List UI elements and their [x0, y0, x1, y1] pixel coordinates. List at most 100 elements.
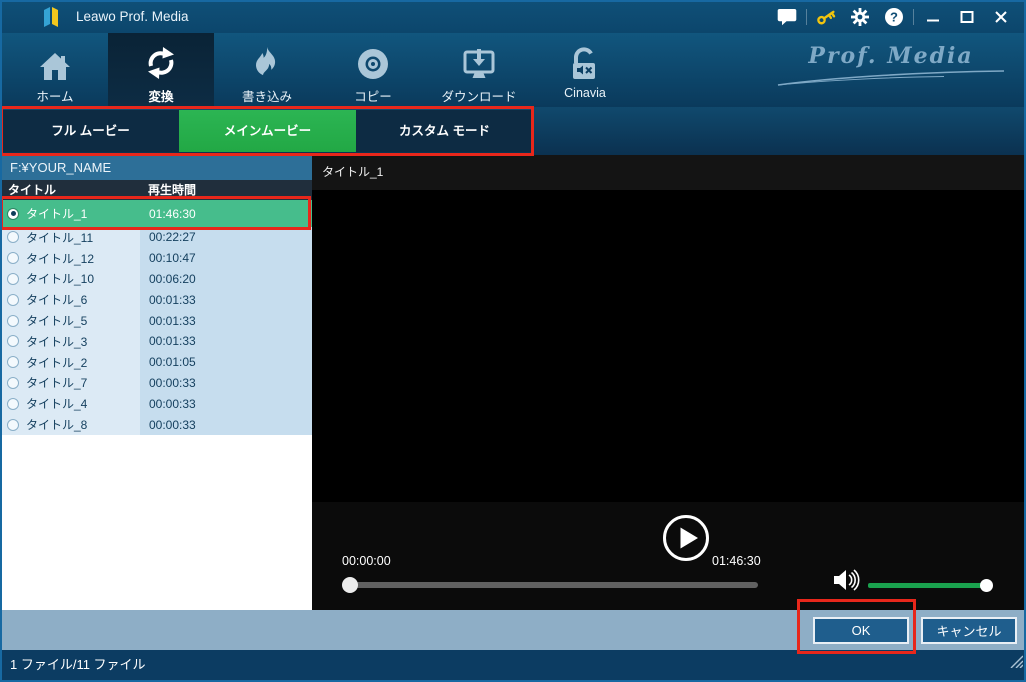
- cancel-button[interactable]: キャンセル: [921, 617, 1017, 644]
- elapsed-time: 00:00:00: [342, 554, 391, 568]
- svg-text:?: ?: [890, 9, 898, 24]
- preview-title: タイトル_1: [312, 155, 1026, 190]
- radio-button[interactable]: [7, 419, 19, 431]
- nav-convert[interactable]: 変換: [108, 33, 214, 107]
- home-icon: [38, 39, 72, 83]
- row-title: タイトル_2: [26, 354, 87, 371]
- radio-button[interactable]: [7, 294, 19, 306]
- total-time: 01:46:30: [712, 554, 761, 568]
- mode-tabs: フル ムービー メインムービー カスタム モード: [0, 107, 1026, 155]
- nav-burn[interactable]: 書き込み: [214, 33, 320, 107]
- play-icon: [661, 513, 711, 563]
- convert-icon: [141, 39, 181, 83]
- source-path: F:¥YOUR_NAME: [0, 155, 312, 180]
- table-row[interactable]: タイトル_3 00:01:33: [0, 331, 312, 352]
- download-icon: [460, 39, 498, 83]
- row-title: タイトル_1: [26, 205, 87, 222]
- row-duration: 00:01:33: [140, 289, 312, 310]
- status-bar: 1 ファイル/11 ファイル: [0, 650, 1026, 682]
- row-duration: 00:01:33: [140, 331, 312, 352]
- row-title: タイトル_11: [26, 229, 93, 246]
- tab-main-movie[interactable]: メインムービー: [179, 110, 356, 152]
- seek-bar[interactable]: [345, 582, 758, 588]
- maximize-button[interactable]: [950, 0, 984, 33]
- brand-swoosh-icon: [776, 69, 1006, 87]
- volume-thumb[interactable]: [980, 579, 993, 592]
- nav-copy[interactable]: コピー: [320, 33, 426, 107]
- table-row[interactable]: タイトル_2 00:01:05: [0, 352, 312, 373]
- radio-button[interactable]: [7, 335, 19, 347]
- help-icon[interactable]: ?: [877, 0, 911, 33]
- nav-cinavia[interactable]: Cinavia: [532, 33, 638, 107]
- table-row-selected[interactable]: タイトル_1 01:46:30: [0, 200, 312, 227]
- action-bar: OK キャンセル: [0, 610, 1026, 650]
- table-row[interactable]: タイトル_10 00:06:20: [0, 269, 312, 290]
- row-title: タイトル_3: [26, 333, 87, 350]
- main-nav: ホーム 変換 書き込み コピー: [0, 33, 1026, 107]
- gear-icon[interactable]: [843, 0, 877, 33]
- tab-custom-mode[interactable]: カスタム モード: [356, 110, 533, 152]
- nav-label: 書き込み: [242, 86, 292, 105]
- preview-panel: タイトル_1 00:00:00 01:46:30: [312, 155, 1026, 610]
- video-area: [312, 190, 1026, 502]
- row-duration: 00:06:20: [140, 269, 312, 290]
- row-duration: 00:01:05: [140, 352, 312, 373]
- file-count-status: 1 ファイル/11 ファイル: [10, 657, 146, 672]
- radio-button[interactable]: [7, 252, 19, 264]
- row-duration: 00:00:33: [140, 373, 312, 394]
- table-row[interactable]: タイトル_6 00:01:33: [0, 289, 312, 310]
- tab-full-movie[interactable]: フル ムービー: [2, 110, 179, 152]
- row-title: タイトル_4: [26, 395, 87, 412]
- radio-button[interactable]: [7, 377, 19, 389]
- row-title: タイトル_5: [26, 312, 87, 329]
- table-row[interactable]: タイトル_8 00:00:33: [0, 414, 312, 435]
- row-title: タイトル_6: [26, 291, 87, 308]
- minimize-button[interactable]: [916, 0, 950, 33]
- app-logo-icon: [40, 7, 64, 27]
- nav-home[interactable]: ホーム: [2, 33, 108, 107]
- brand-logo: Prof. Media: [776, 43, 1006, 92]
- play-button[interactable]: [661, 513, 711, 563]
- titlebar-divider: [806, 9, 807, 25]
- row-title: タイトル_10: [26, 270, 94, 287]
- radio-button[interactable]: [7, 356, 19, 368]
- table-row[interactable]: タイトル_4 00:00:33: [0, 393, 312, 414]
- player-controls: 00:00:00 01:46:30: [312, 502, 1026, 610]
- nav-label: ホーム: [36, 86, 73, 105]
- row-title: タイトル_12: [26, 250, 94, 267]
- row-duration: 00:10:47: [140, 248, 312, 269]
- title-list: タイトル_11 00:22:27 タイトル_12 00:10:47 タイトル_1…: [0, 227, 312, 435]
- radio-button[interactable]: [7, 315, 19, 327]
- column-duration: 再生時間: [148, 180, 196, 200]
- volume-icon[interactable]: [833, 568, 861, 597]
- volume-bar[interactable]: [868, 583, 988, 588]
- tab-label: メインムービー: [224, 124, 311, 138]
- titlebar-divider: [913, 9, 914, 25]
- tab-label: カスタム モード: [399, 124, 490, 138]
- row-duration: 00:00:33: [140, 393, 312, 414]
- radio-button[interactable]: [7, 231, 19, 243]
- table-row[interactable]: タイトル_7 00:00:33: [0, 373, 312, 394]
- table-row[interactable]: タイトル_12 00:10:47: [0, 248, 312, 269]
- ok-button[interactable]: OK: [813, 617, 909, 644]
- burn-icon: [250, 39, 284, 83]
- brand-text: Prof. Media: [808, 43, 973, 69]
- row-duration: 01:46:30: [140, 200, 312, 227]
- tab-label: フル ムービー: [51, 124, 129, 138]
- nav-label: ダウンロード: [441, 86, 516, 105]
- nav-download[interactable]: ダウンロード: [426, 33, 532, 107]
- radio-button[interactable]: [7, 398, 19, 410]
- message-icon[interactable]: [770, 0, 804, 33]
- source-panel: F:¥YOUR_NAME タイトル 再生時間 タイトル_1 01:46:30 タ…: [0, 155, 312, 610]
- close-button[interactable]: [984, 0, 1018, 33]
- titlebar: Leawo Prof. Media: [0, 0, 1026, 33]
- table-row[interactable]: タイトル_11 00:22:27: [0, 227, 312, 248]
- resize-grip-icon[interactable]: [1007, 649, 1023, 679]
- table-row[interactable]: タイトル_5 00:01:33: [0, 310, 312, 331]
- table-header: タイトル 再生時間: [0, 180, 312, 200]
- radio-button[interactable]: [7, 273, 19, 285]
- radio-button[interactable]: [7, 208, 19, 220]
- key-icon[interactable]: [809, 0, 843, 33]
- nav-label: 変換: [148, 86, 173, 105]
- seek-thumb[interactable]: [342, 577, 358, 593]
